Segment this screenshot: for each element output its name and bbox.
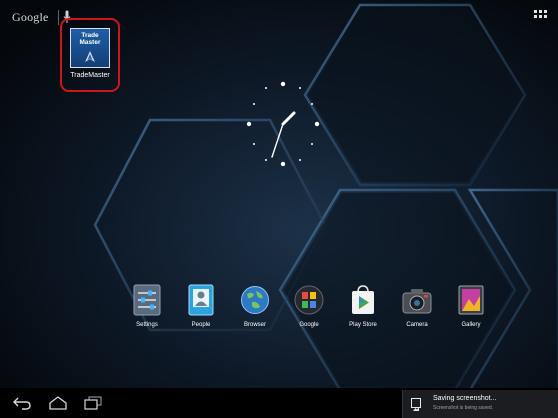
notification-title: Saving screenshot... (433, 395, 497, 402)
browser-globe-icon (239, 283, 271, 317)
dock-item-gallery[interactable]: Gallery (444, 283, 498, 328)
settings-icon (131, 283, 163, 317)
home-icon (49, 396, 67, 410)
search-divider (57, 9, 59, 25)
screenshot-image-icon (411, 398, 421, 411)
notification-text: Screenshot is being saved. (433, 405, 494, 411)
back-button[interactable] (12, 395, 32, 411)
recent-apps-button[interactable] (84, 395, 102, 411)
trademaster-shortcut[interactable]: Trade Master TradeMaster (60, 18, 120, 92)
dock-item-google[interactable]: Google (282, 283, 336, 328)
dock-label: Gallery (461, 322, 481, 328)
google-search-label: Google (12, 9, 49, 24)
dock-label: Play Store (349, 322, 377, 328)
camera-icon (401, 283, 433, 317)
clock-minute-hand (271, 123, 284, 158)
dock-item-camera[interactable]: Camera (390, 283, 444, 328)
dock-item-play-store[interactable]: Play Store (336, 283, 390, 328)
all-apps-button[interactable] (532, 8, 548, 24)
back-arrow-icon (13, 397, 31, 410)
grid-icon (534, 10, 547, 18)
analog-clock-widget (246, 81, 320, 167)
gallery-icon (455, 283, 487, 317)
recent-apps-icon (84, 396, 102, 410)
dock-label: Camera (406, 322, 428, 328)
dock-label: Browser (243, 322, 266, 328)
dock-item-settings[interactable]: Settings (120, 283, 174, 328)
dock-item-browser[interactable]: Browser (228, 283, 282, 328)
dock-label: People (191, 322, 211, 328)
play-store-icon (347, 283, 379, 317)
clock-hour-hand (281, 111, 296, 126)
app-dock: Settings People Browser Google Play Stor… (120, 283, 498, 328)
trademaster-app-icon: Trade Master (70, 28, 110, 68)
dock-label: Google (299, 322, 319, 328)
google-folder-icon (293, 283, 325, 317)
trademaster-label: TradeMaster (70, 72, 110, 79)
home-button[interactable] (48, 395, 68, 411)
dock-item-people[interactable]: People (174, 283, 228, 328)
trademaster-logo-icon (85, 51, 95, 62)
screenshot-notification[interactable]: Saving screenshot... Screenshot is being… (402, 390, 558, 418)
dock-label: Settings (136, 322, 158, 328)
people-icon (185, 283, 217, 317)
trademaster-icon-text: Trade Master (79, 32, 101, 46)
